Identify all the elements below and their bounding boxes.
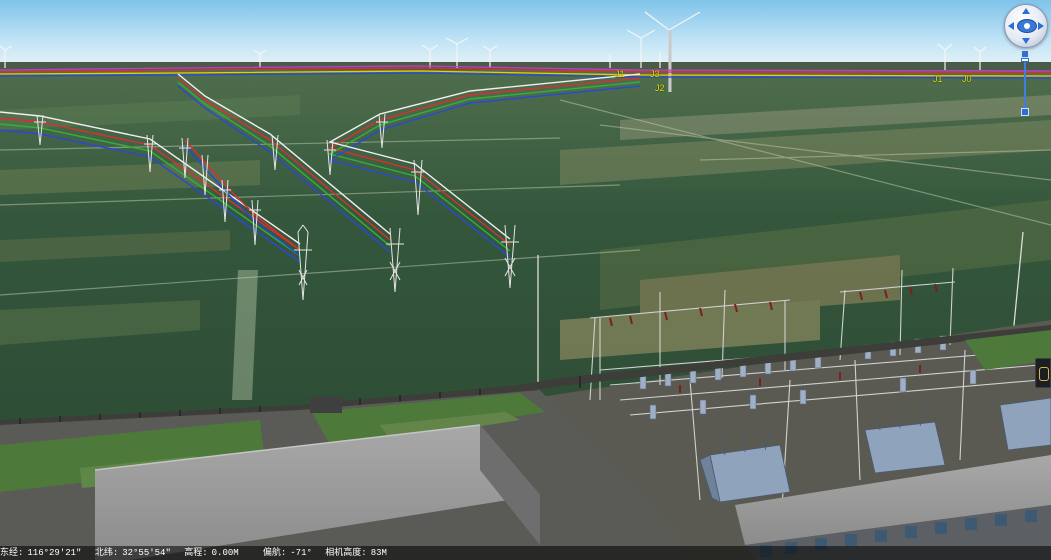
zoom-track[interactable] bbox=[1024, 58, 1026, 108]
tower-label-j1-far: J1 bbox=[615, 69, 625, 79]
pan-up-icon[interactable] bbox=[1022, 8, 1030, 14]
longitude-readout: 东经: 116°29'21" bbox=[0, 548, 82, 558]
latitude-readout: 北纬: 32°55'54" bbox=[94, 548, 171, 558]
zoom-slider[interactable] bbox=[1021, 50, 1029, 116]
gatehouse bbox=[310, 397, 342, 413]
zoom-in-button[interactable] bbox=[1021, 50, 1029, 58]
3d-scene-viewport[interactable]: J1 J3 J2 J1 J0 bbox=[0, 0, 1051, 560]
measure-tool-icon bbox=[1039, 367, 1049, 381]
compass-icon[interactable] bbox=[1004, 4, 1048, 48]
tower-label-j1-right: J1 bbox=[933, 74, 943, 84]
tower-label-j2: J2 bbox=[655, 83, 665, 93]
scene-canvas[interactable] bbox=[0, 0, 1051, 560]
tower-label-j3: J3 bbox=[650, 69, 660, 79]
status-bar: 东经: 116°29'21" 北纬: 32°55'54" 高程: 0.00M 偏航: -… bbox=[0, 546, 1051, 560]
look-around-eye-icon[interactable] bbox=[1017, 19, 1037, 33]
heading-readout: 偏航: -71° bbox=[262, 548, 312, 558]
sky bbox=[0, 0, 1051, 66]
elevation-readout: 高程: 0.00M bbox=[184, 548, 239, 558]
measure-tool-button[interactable] bbox=[1035, 358, 1051, 388]
zoom-handle[interactable] bbox=[1021, 58, 1029, 62]
tower-label-j0: J0 bbox=[962, 74, 972, 84]
camera-height-readout: 相机高度: 83M bbox=[325, 548, 387, 558]
zoom-out-button[interactable] bbox=[1021, 108, 1029, 116]
pan-left-icon[interactable] bbox=[1008, 22, 1014, 30]
pan-down-icon[interactable] bbox=[1022, 38, 1030, 44]
pan-right-icon[interactable] bbox=[1038, 22, 1044, 30]
